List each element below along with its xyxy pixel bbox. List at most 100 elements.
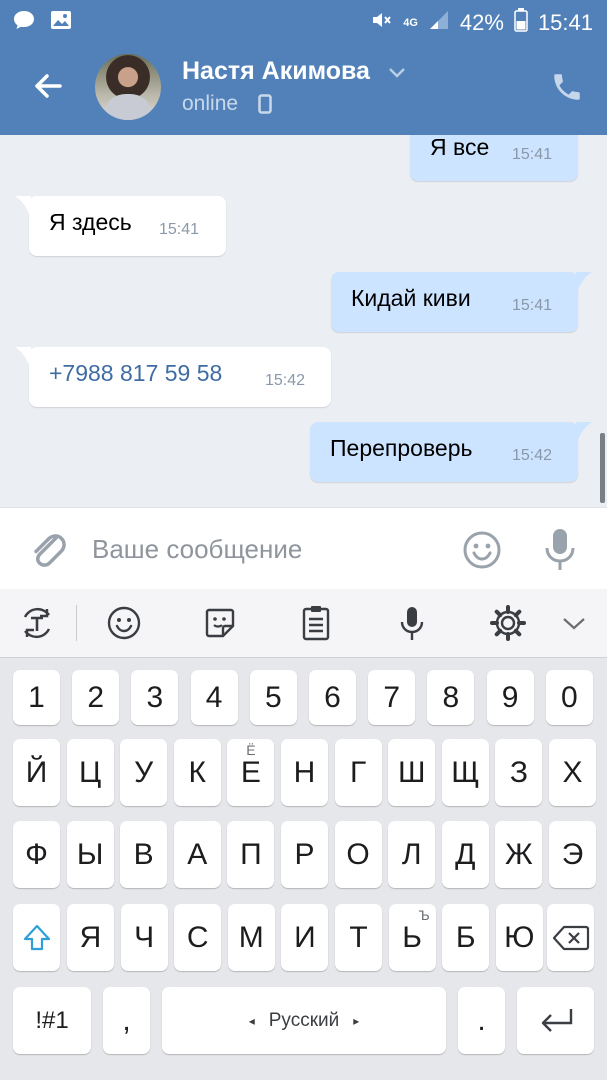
key-label: В xyxy=(133,837,154,871)
enter-arrow-icon xyxy=(541,1008,572,1032)
key-label: Г xyxy=(349,755,367,789)
key-З[interactable]: З xyxy=(495,739,543,806)
paperclip-icon xyxy=(34,534,66,567)
message-bubble-outgoing[interactable]: Я все 15:41 xyxy=(410,135,578,181)
keyboard-collapse-button[interactable] xyxy=(556,603,596,643)
key-Ч[interactable]: Ч xyxy=(120,904,168,971)
key-label: С xyxy=(186,920,209,954)
key-У[interactable]: У xyxy=(120,739,168,806)
key-Н[interactable]: Н xyxy=(281,739,328,806)
sticker-button[interactable] xyxy=(200,603,240,643)
key-label: 3 xyxy=(146,680,164,714)
key-1[interactable]: 1 xyxy=(13,670,60,725)
message-bubble-outgoing[interactable]: Перепроверь 15:42 xyxy=(310,422,592,482)
key-Т[interactable]: Т xyxy=(335,904,382,971)
smiley-icon xyxy=(463,531,501,569)
keyboard-emoji-button[interactable] xyxy=(104,603,144,643)
key-3[interactable]: 3 xyxy=(131,670,179,725)
comma-key[interactable]: , xyxy=(103,987,150,1054)
message-input[interactable] xyxy=(90,522,444,576)
message-bubble-incoming[interactable]: +7988 817 59 58 15:42 xyxy=(15,347,331,407)
key-А[interactable]: А xyxy=(173,821,221,888)
keyboard-voice-button[interactable] xyxy=(392,603,432,643)
key-Я[interactable]: Я xyxy=(67,904,114,971)
key-С[interactable]: С xyxy=(174,904,222,971)
key-0[interactable]: 0 xyxy=(545,670,593,725)
key-И[interactable]: И xyxy=(281,904,329,971)
key-label: 0 xyxy=(560,680,578,714)
key-Щ[interactable]: Щ xyxy=(441,739,489,806)
sticker-icon xyxy=(205,608,235,638)
contact-name[interactable]: Настя Акимова xyxy=(182,57,370,86)
key-Ы[interactable]: Ы xyxy=(66,821,114,888)
key-В[interactable]: В xyxy=(120,821,168,888)
period-key[interactable]: . xyxy=(458,987,505,1054)
message-bubble-outgoing[interactable]: Кидай киви 15:41 xyxy=(331,272,592,332)
key-4[interactable]: 4 xyxy=(190,670,238,725)
key-О[interactable]: О xyxy=(334,821,382,888)
gear-icon xyxy=(490,605,526,641)
message-list[interactable]: Я все 15:41 Я здесь 15:41 Кидай киви 15:… xyxy=(0,135,607,507)
key-Ж[interactable]: Ж xyxy=(495,821,543,888)
key-Ф[interactable]: Ф xyxy=(13,821,60,888)
message-text: Кидай киви xyxy=(351,285,471,311)
enter-key[interactable] xyxy=(517,987,594,1054)
battery-icon xyxy=(514,8,528,38)
message-bubble-incoming[interactable]: Я здесь 15:41 xyxy=(15,196,226,256)
key-П[interactable]: П xyxy=(227,821,275,888)
key-Б[interactable]: Б xyxy=(442,904,490,971)
contact-avatar[interactable] xyxy=(95,54,161,120)
key-hint: Ъ xyxy=(418,907,430,923)
key-Р[interactable]: Р xyxy=(281,821,328,888)
key-2[interactable]: 2 xyxy=(72,670,120,725)
phone-number-link[interactable]: +7988 817 59 58 xyxy=(49,360,222,387)
key-label: Р xyxy=(294,837,315,871)
key-Ц[interactable]: Ц xyxy=(66,739,114,806)
translate-button[interactable] xyxy=(17,603,57,643)
emoji-button[interactable] xyxy=(462,530,502,570)
key-label: О xyxy=(346,837,370,871)
key-label: П xyxy=(240,837,262,871)
key-Х[interactable]: Х xyxy=(549,739,596,806)
key-Ш[interactable]: Ш xyxy=(388,739,436,806)
key-Ь[interactable]: ЬЪ xyxy=(388,904,436,971)
scrollbar-thumb[interactable] xyxy=(600,433,605,503)
key-Ю[interactable]: Ю xyxy=(495,904,543,971)
key-label: З xyxy=(509,755,528,789)
key-Э[interactable]: Э xyxy=(549,821,596,888)
key-Й[interactable]: Й xyxy=(13,739,60,806)
backspace-key[interactable] xyxy=(547,904,594,971)
key-8[interactable]: 8 xyxy=(427,670,475,725)
key-7[interactable]: 7 xyxy=(368,670,416,725)
key-label: 7 xyxy=(383,680,401,714)
key-Г[interactable]: Г xyxy=(334,739,382,806)
key-Д[interactable]: Д xyxy=(441,821,489,888)
key-Л[interactable]: Л xyxy=(388,821,436,888)
message-composer xyxy=(0,507,607,590)
key-К[interactable]: К xyxy=(173,739,221,806)
key-Е[interactable]: ЕЁ xyxy=(227,739,275,806)
call-button[interactable] xyxy=(550,70,586,106)
symbols-key[interactable]: !#1 xyxy=(13,987,91,1054)
microphone-icon xyxy=(545,529,575,570)
shift-key[interactable] xyxy=(13,904,60,971)
chevron-down-icon[interactable] xyxy=(388,66,406,84)
chat-notification-icon xyxy=(12,9,36,37)
keyboard-settings-button[interactable] xyxy=(488,603,528,643)
key-label: И xyxy=(294,920,316,954)
space-key-label: ◂ Русский ▸ xyxy=(249,1010,360,1032)
key-6[interactable]: 6 xyxy=(309,670,356,725)
key-9[interactable]: 9 xyxy=(486,670,534,725)
attach-button[interactable] xyxy=(28,528,68,572)
key-label: Е xyxy=(240,755,261,789)
key-5[interactable]: 5 xyxy=(249,670,297,725)
voice-message-button[interactable] xyxy=(540,526,580,574)
clipboard-button[interactable] xyxy=(296,603,336,643)
signal-icon xyxy=(428,9,450,37)
key-label: Ж xyxy=(505,837,533,871)
space-key[interactable]: ◂ Русский ▸ xyxy=(162,987,446,1054)
back-button[interactable] xyxy=(26,64,70,108)
key-М[interactable]: М xyxy=(227,904,275,971)
key-label: 8 xyxy=(442,680,460,714)
language-left-icon: ◂ xyxy=(248,1013,255,1028)
